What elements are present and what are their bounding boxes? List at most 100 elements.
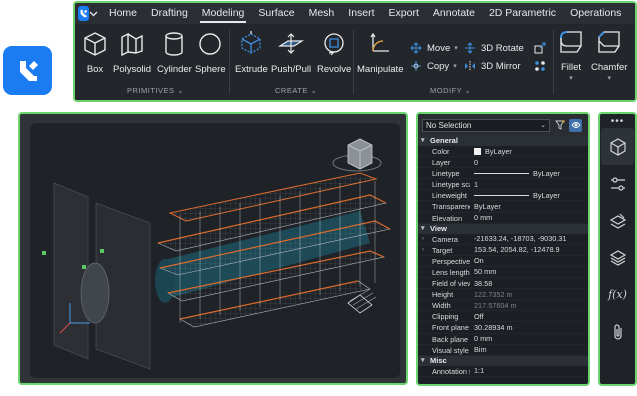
tab-modeling[interactable]: Modeling (195, 3, 252, 24)
chamfer-button[interactable]: Chamfer ▾ (591, 28, 627, 82)
fillet-icon (557, 28, 585, 56)
filter-select-button[interactable] (553, 119, 566, 132)
property-row[interactable]: Front plane 30.28934 m (418, 322, 588, 334)
fillet-button[interactable]: Fillet ▾ (557, 28, 585, 82)
chamfer-icon (595, 28, 623, 56)
app-screenshot: Home Drafting Modeling Surface Mesh Inse… (0, 0, 637, 396)
group-label-primitives[interactable]: PRIMITIVES ⌄ (127, 86, 184, 95)
toggle-visibility-button[interactable] (569, 118, 582, 132)
property-row[interactable]: Elevation 0 mm (418, 213, 588, 224)
property-row[interactable]: Linetype scale 1 (418, 179, 588, 191)
extrude-button[interactable]: Extrude (235, 30, 268, 75)
tab-operations[interactable]: Operations (563, 3, 628, 24)
sliders-icon[interactable] (601, 165, 634, 202)
color-swatch (474, 147, 481, 155)
copy-button[interactable]: Copy ▾ (409, 59, 457, 73)
bricscad-logo-tile (3, 46, 52, 95)
chevron-down-icon[interactable]: ▾ (454, 44, 458, 52)
tab-annotate[interactable]: Annotate (426, 3, 482, 24)
box-button[interactable]: Box (81, 30, 109, 75)
array-button[interactable] (533, 59, 551, 73)
property-row[interactable]: Color ByLayer (418, 146, 588, 158)
property-row[interactable]: Field of view 38.58 (418, 278, 588, 290)
tab-surface[interactable]: Surface (251, 3, 301, 24)
chevron-down-icon[interactable]: ▾ (569, 74, 573, 82)
copy-icon (409, 59, 423, 73)
category-view[interactable]: View (418, 223, 588, 234)
divider (353, 30, 354, 94)
move-button[interactable]: Move ▾ (409, 41, 458, 55)
cylinder-button[interactable]: Cylinder (157, 30, 192, 75)
lineweight-preview (474, 194, 529, 196)
chevron-down-icon[interactable]: ▾ (453, 62, 457, 70)
app-menu-button[interactable] (78, 6, 89, 21)
tab-insert[interactable]: Insert (341, 3, 381, 24)
divider (553, 30, 554, 94)
layers-edit-icon[interactable] (601, 202, 634, 239)
category-general[interactable]: General (418, 136, 588, 146)
group-label-modify[interactable]: MODIFY ⌄ (430, 86, 471, 95)
more-options-icon[interactable]: ••• (600, 114, 635, 128)
tab-3d-parametric[interactable]: 3D Para (628, 3, 635, 24)
tab-drafting[interactable]: Drafting (144, 3, 195, 24)
rotate-3d-icon (463, 41, 477, 55)
property-row[interactable]: Back plane 0 mm (418, 334, 588, 345)
property-row[interactable]: Lens length 50 mm (418, 267, 588, 279)
viewport-frame (18, 112, 408, 385)
selection-dropdown[interactable]: No Selection ⌄ (422, 118, 550, 132)
chevron-down-icon[interactable]: ▾ (607, 74, 611, 82)
sphere-button[interactable]: Sphere (195, 30, 226, 75)
tab-2d-parametric[interactable]: 2D Parametric (482, 3, 563, 24)
bim-model-render (42, 138, 391, 370)
property-row[interactable]: Lineweight ByLayer (418, 190, 588, 202)
ribbon: Home Drafting Modeling Surface Mesh Inse… (73, 1, 637, 102)
group-label-create[interactable]: CREATE ⌄ (275, 86, 317, 95)
array-icon (533, 59, 547, 73)
view-cube-icon[interactable] (332, 138, 382, 172)
manipulate-button[interactable]: Manipulate (357, 30, 403, 75)
tab-export[interactable]: Export (382, 3, 426, 24)
property-row[interactable]: Perspective On (418, 256, 588, 267)
cylinder-icon (160, 30, 188, 58)
tab-mesh[interactable]: Mesh (302, 3, 342, 24)
property-row[interactable]: Transparency ByLayer (418, 201, 588, 213)
ribbon-tools-panel: Box Polysolid Cylinder Sphere PRIMITIVES… (75, 24, 635, 100)
funnel-icon (554, 120, 565, 130)
layers-stack-icon[interactable] (601, 239, 634, 276)
scale-icon (533, 41, 547, 55)
chevron-down-icon: ⌄ (540, 121, 546, 129)
bricscad-logo-icon (19, 60, 38, 81)
chevron-down-icon[interactable] (89, 6, 98, 21)
bricscad-logo-icon (80, 9, 88, 18)
property-row[interactable]: Visual style Bim (418, 345, 588, 356)
eye-icon (570, 122, 581, 128)
property-row[interactable]: Annotation scale 1:1 (418, 366, 588, 377)
property-row: Width 217.57604 m (418, 300, 588, 312)
ribbon-tab-bar: Home Drafting Modeling Surface Mesh Inse… (75, 3, 635, 24)
category-misc[interactable]: Misc (418, 355, 588, 366)
polysolid-icon (118, 30, 146, 58)
revolve-icon (320, 30, 348, 58)
chevron-right-icon[interactable]: › (422, 245, 424, 255)
3d-rotate-button[interactable]: 3D Rotate (463, 41, 524, 55)
chevron-right-icon[interactable]: › (422, 234, 424, 244)
box-icon (81, 30, 109, 58)
property-row[interactable]: › Target 153.54, 2054.82, -12478.9 (418, 245, 588, 256)
scale-button[interactable] (533, 41, 551, 55)
3d-mirror-button[interactable]: 3D Mirror (463, 59, 521, 73)
revolve-button[interactable]: Revolve (317, 30, 351, 75)
function-fx-icon[interactable]: f(x) (601, 276, 634, 313)
paperclip-icon[interactable] (601, 313, 634, 350)
manipulate-icon (366, 30, 394, 58)
tab-home[interactable]: Home (102, 3, 144, 24)
polysolid-button[interactable]: Polysolid (113, 30, 151, 75)
sphere-icon (196, 30, 224, 58)
model-viewport[interactable] (30, 123, 400, 378)
side-dock: ••• f(x) (598, 112, 637, 386)
property-row[interactable]: Clipping Off (418, 311, 588, 323)
property-row[interactable]: › Camera -21633.24, -18703, -9030.31 (418, 234, 588, 245)
3d-cube-icon[interactable] (601, 128, 634, 165)
property-row[interactable]: Layer 0 (418, 157, 588, 169)
property-row[interactable]: Linetype ByLayer (418, 168, 588, 180)
push-pull-button[interactable]: Push/Pull (271, 30, 311, 75)
